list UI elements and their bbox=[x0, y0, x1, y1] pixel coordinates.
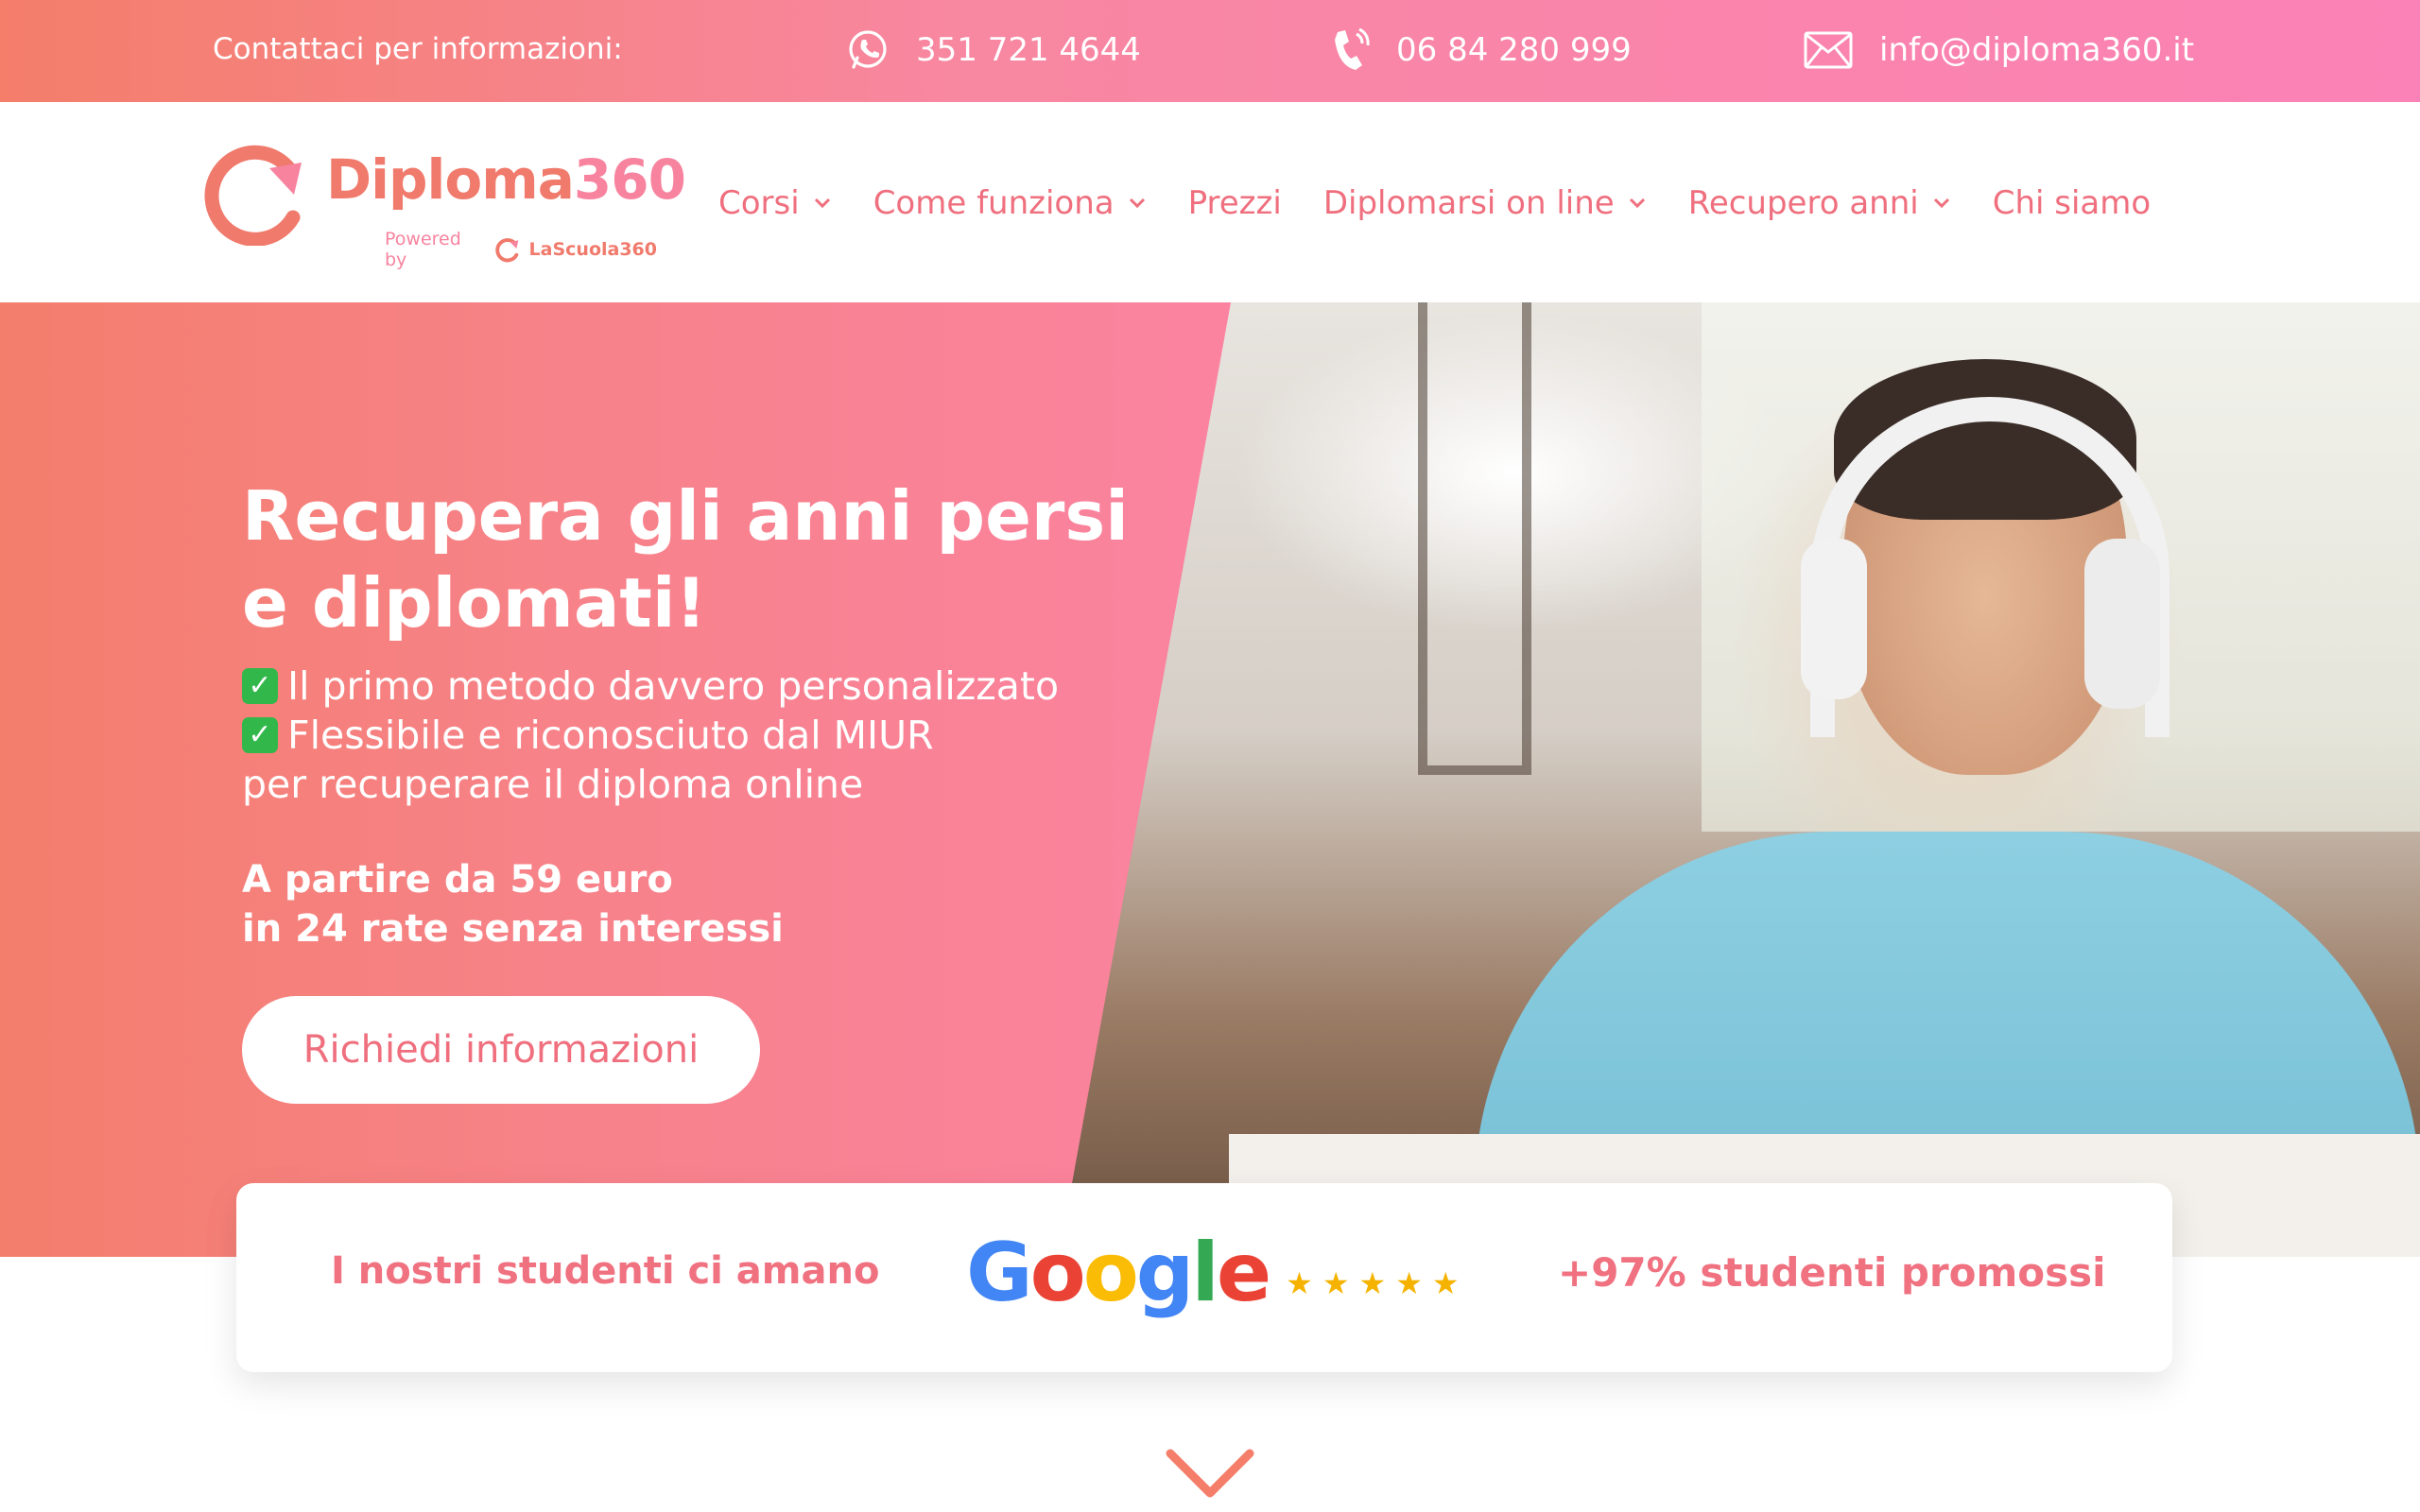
phone-contact[interactable]: 06 84 280 999 bbox=[1328, 25, 1632, 76]
google-logo: Google bbox=[966, 1226, 1271, 1320]
logo-powered-by: Powered by LaScuola360 bbox=[385, 229, 657, 270]
nav-item-diplomarsi-on-line[interactable]: Diplomarsi on line bbox=[1323, 184, 1647, 222]
nav-item-recupero-anni[interactable]: Recupero anni bbox=[1688, 184, 1951, 222]
chevron-down-icon bbox=[814, 198, 830, 209]
nav-item-come-funziona[interactable]: Come funziona bbox=[873, 184, 1147, 222]
site-header: Diploma360 Powered by LaScuola360 Corsi … bbox=[0, 102, 2420, 302]
promoted-students-text: +97% studenti promossi bbox=[1558, 1249, 2106, 1296]
star-icon: ★ bbox=[1431, 1265, 1460, 1301]
request-info-button[interactable]: Richiedi informazioni bbox=[242, 996, 760, 1104]
email-contact[interactable]: info@diploma360.it bbox=[1804, 25, 2194, 76]
mail-icon bbox=[1804, 31, 1853, 69]
email-address: info@diploma360.it bbox=[1879, 31, 2195, 69]
checkmark-icon: ✓ bbox=[242, 668, 278, 704]
star-icon: ★ bbox=[1286, 1265, 1313, 1301]
hero-bullets: ✓ Il primo metodo davvero personalizzato … bbox=[242, 662, 1187, 809]
contact-label: Contattaci per informazioni: bbox=[213, 32, 623, 66]
bullet-miur: Flessibile e riconosciuto dal MIUR bbox=[287, 713, 934, 758]
rating-stars: ★ ★ ★ ★ ★ bbox=[1286, 1245, 1459, 1301]
nav-item-corsi[interactable]: Corsi bbox=[718, 184, 832, 222]
google-rating[interactable]: Google ★ ★ ★ ★ ★ bbox=[966, 1232, 1460, 1314]
scroll-down-chevron-icon[interactable] bbox=[1165, 1446, 1255, 1503]
chevron-down-icon bbox=[1129, 198, 1145, 209]
star-icon: ★ bbox=[1395, 1265, 1423, 1301]
whatsapp-contact[interactable]: 351 721 4644 bbox=[846, 25, 1141, 76]
hero-price: A partire da 59 euro in 24 rate senza in… bbox=[242, 858, 784, 951]
phone-number: 06 84 280 999 bbox=[1396, 31, 1632, 69]
hero-title: Recupera gli anni persi e diplomati! bbox=[242, 476, 1129, 643]
phone-icon bbox=[1328, 26, 1370, 74]
logo-wordmark: Diploma360 bbox=[326, 147, 686, 212]
students-love-text: I nostri studenti ci amano bbox=[331, 1249, 880, 1293]
bullet-tail: per recuperare il diploma online bbox=[242, 762, 864, 807]
checkmark-icon: ✓ bbox=[242, 717, 278, 753]
star-icon: ★ bbox=[1358, 1265, 1387, 1301]
chevron-down-icon bbox=[1629, 198, 1645, 209]
logo-mark-icon bbox=[204, 145, 302, 246]
nav-item-chi-siamo[interactable]: Chi siamo bbox=[1993, 184, 2151, 222]
hero-section: Recupera gli anni persi e diplomati! ✓ Il … bbox=[0, 302, 2420, 1257]
contact-bar: Contattaci per informazioni: 351 721 464… bbox=[0, 0, 2420, 102]
bullet-personalized: Il primo metodo davvero personalizzato bbox=[287, 663, 1060, 709]
diploma360-logo[interactable]: Diploma360 Powered by LaScuola360 bbox=[203, 142, 686, 270]
lascuola-mark-icon bbox=[495, 238, 519, 263]
main-nav: Corsi Come funziona Prezzi Diplomarsi on… bbox=[718, 180, 2192, 227]
reviews-card: I nostri studenti ci amano Google ★ ★ ★ … bbox=[236, 1183, 2172, 1372]
whatsapp-number: 351 721 4644 bbox=[916, 31, 1141, 69]
star-icon: ★ bbox=[1322, 1265, 1350, 1301]
nav-item-prezzi[interactable]: Prezzi bbox=[1188, 184, 1282, 222]
whatsapp-icon bbox=[846, 28, 890, 72]
chevron-down-icon bbox=[1933, 198, 1949, 209]
